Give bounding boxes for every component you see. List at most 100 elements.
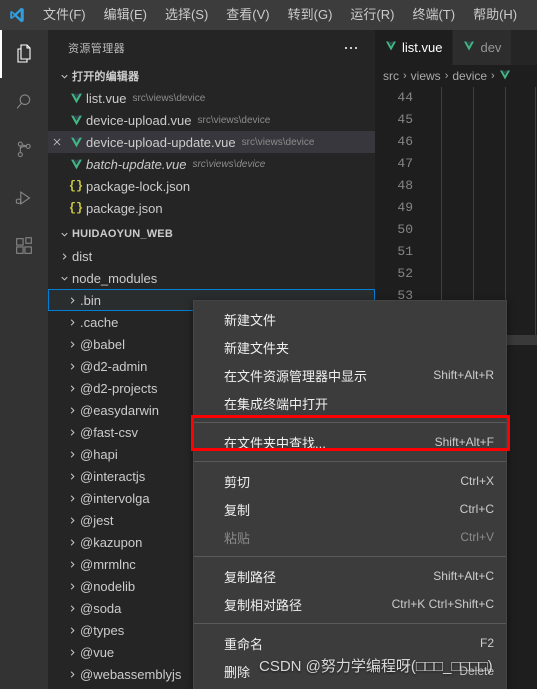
context-menu-item-copy-relative-path[interactable]: 复制相对路径 Ctrl+K Ctrl+Shift+C xyxy=(194,590,506,618)
menu-view[interactable]: 查看(V) xyxy=(218,4,277,26)
context-menu-shortcut: Ctrl+X xyxy=(460,474,494,488)
open-editor-item[interactable]: device-upload.vue src\views\device xyxy=(48,109,375,131)
context-menu-item-cut[interactable]: 剪切 Ctrl+X xyxy=(194,467,506,495)
context-menu-label: 粘贴 xyxy=(224,530,251,546)
context-menu-label: 在文件夹中查找... xyxy=(224,435,326,451)
context-menu-label: 在文件资源管理器中显示 xyxy=(224,368,368,384)
chevron-right-icon xyxy=(64,663,80,685)
more-actions-ellipsis-icon[interactable] xyxy=(341,43,361,53)
line-number: 44 xyxy=(397,90,413,105)
json-file-icon: {} xyxy=(68,179,84,193)
chevron-right-icon xyxy=(64,311,80,333)
line-number: 47 xyxy=(397,156,413,171)
line-number: 51 xyxy=(397,244,413,259)
menu-selection[interactable]: 选择(S) xyxy=(157,4,216,26)
chevron-right-icon xyxy=(56,245,72,267)
chevron-right-icon xyxy=(64,443,80,465)
activity-run-debug-button[interactable] xyxy=(0,174,48,222)
context-menu-shortcut: Shift+Alt+F xyxy=(434,435,494,449)
context-menu-item-new-folder[interactable]: 新建文件夹 xyxy=(194,333,506,361)
activity-source-control-button[interactable] xyxy=(0,126,48,174)
line-number: 45 xyxy=(397,112,413,127)
menu-bar-items: 文件(F) 编辑(E) 选择(S) 查看(V) 转到(G) 运行(R) 终端(T… xyxy=(34,0,526,30)
chevron-right-icon xyxy=(64,619,80,641)
vue-file-icon xyxy=(463,40,475,55)
open-editor-item[interactable]: batch-update.vue src\views\device xyxy=(48,153,375,175)
tab-label: list.vue xyxy=(402,40,443,55)
context-menu-shortcut: Ctrl+K Ctrl+Shift+C xyxy=(391,597,494,611)
chevron-right-icon xyxy=(64,553,80,575)
breadcrumb-src[interactable]: src xyxy=(383,69,399,83)
editor-tab-bar: list.vue dev xyxy=(375,30,537,65)
tree-folder-label: @hapi xyxy=(80,446,118,462)
open-editors-label: 打开的编辑器 xyxy=(72,71,140,83)
menu-run[interactable]: 运行(R) xyxy=(342,4,402,26)
vue-file-icon xyxy=(66,114,86,127)
context-menu-item-paste: 粘贴 Ctrl+V xyxy=(194,523,506,551)
breadcrumb-device[interactable]: device xyxy=(452,69,487,83)
menu-terminal[interactable]: 终端(T) xyxy=(404,4,463,26)
open-editor-name: list.vue xyxy=(86,90,127,106)
context-menu-item-reveal-in-explorer[interactable]: 在文件资源管理器中显示 Shift+Alt+R xyxy=(194,361,506,389)
tree-folder-label: @jest xyxy=(80,512,114,528)
project-section-header[interactable]: HUIDAOYUN_WEB xyxy=(48,223,375,245)
chevron-right-icon xyxy=(64,355,80,377)
breadcrumb-views[interactable]: views xyxy=(411,69,441,83)
open-editor-item[interactable]: {} package-lock.json xyxy=(48,175,375,197)
line-number: 48 xyxy=(397,178,413,193)
context-menu-label: 新建文件夹 xyxy=(224,340,290,356)
json-file-icon: {} xyxy=(68,201,84,215)
chevron-right-icon xyxy=(64,509,80,531)
tree-folder-dist[interactable]: dist xyxy=(48,245,375,267)
open-editor-item[interactable]: {} package.json xyxy=(48,197,375,219)
chevron-right-icon xyxy=(64,465,80,487)
context-menu-shortcut: Ctrl+V xyxy=(460,530,494,544)
open-editor-path: src\views\device xyxy=(192,158,266,170)
context-menu-item-rename[interactable]: 重命名 F2 xyxy=(194,629,506,657)
line-number: 49 xyxy=(397,200,413,215)
tree-folder-label: .bin xyxy=(80,292,101,308)
tree-folder-node-modules[interactable]: node_modules xyxy=(48,267,375,289)
chevron-right-icon: › xyxy=(444,70,449,82)
open-editor-path: src\views\device xyxy=(197,114,271,126)
vue-file-icon xyxy=(385,40,397,55)
activity-bar xyxy=(0,30,48,689)
chevron-down-icon xyxy=(56,223,72,245)
tree-folder-label: @babel xyxy=(80,336,126,352)
tree-folder-label: @webassemblyjs xyxy=(80,666,182,682)
close-x-icon[interactable] xyxy=(48,137,66,147)
open-editor-name: batch-update.vue xyxy=(86,156,187,172)
open-editor-path: src\views\device xyxy=(132,92,206,104)
context-menu-item-new-file[interactable]: 新建文件 xyxy=(194,305,506,333)
chevron-right-icon xyxy=(64,421,80,443)
tree-folder-label: dist xyxy=(72,248,93,264)
context-menu-item-copy-path[interactable]: 复制路径 Shift+Alt+C xyxy=(194,562,506,590)
menu-goto[interactable]: 转到(G) xyxy=(280,4,341,26)
open-editor-name: device-upload.vue xyxy=(86,112,192,128)
chevron-right-icon xyxy=(64,531,80,553)
menu-file[interactable]: 文件(F) xyxy=(35,4,94,26)
open-editor-name: package-lock.json xyxy=(86,178,191,194)
context-menu-item-copy[interactable]: 复制 Ctrl+C xyxy=(194,495,506,523)
context-menu-label: 剪切 xyxy=(224,474,251,490)
activity-extensions-button[interactable] xyxy=(0,222,48,270)
menu-edit[interactable]: 编辑(E) xyxy=(96,4,155,26)
chevron-right-icon xyxy=(64,399,80,421)
line-number: 46 xyxy=(397,134,413,149)
context-menu-separator xyxy=(194,422,506,423)
menu-help[interactable]: 帮助(H) xyxy=(465,4,525,26)
tab-label: dev xyxy=(480,40,502,55)
open-editor-item-active[interactable]: device-upload-update.vue src\views\devic… xyxy=(48,131,375,153)
tab-device-upload[interactable]: dev xyxy=(453,30,513,65)
context-menu-item-find-in-folder[interactable]: 在文件夹中查找... Shift+Alt+F xyxy=(194,428,506,456)
tree-folder-label: @nodelib xyxy=(80,578,136,594)
activity-search-button[interactable] xyxy=(0,78,48,126)
tree-folder-label: @types xyxy=(80,622,125,638)
activity-explorer-button[interactable] xyxy=(0,30,48,78)
tree-folder-label: node_modules xyxy=(72,270,158,286)
context-menu-item-open-in-terminal[interactable]: 在集成终端中打开 xyxy=(194,389,506,417)
tab-list-vue[interactable]: list.vue xyxy=(375,30,454,65)
open-editor-item[interactable]: list.vue src\views\device xyxy=(48,87,375,109)
open-editors-section-header[interactable]: 打开的编辑器 xyxy=(48,65,375,87)
indent-guide xyxy=(535,87,536,345)
